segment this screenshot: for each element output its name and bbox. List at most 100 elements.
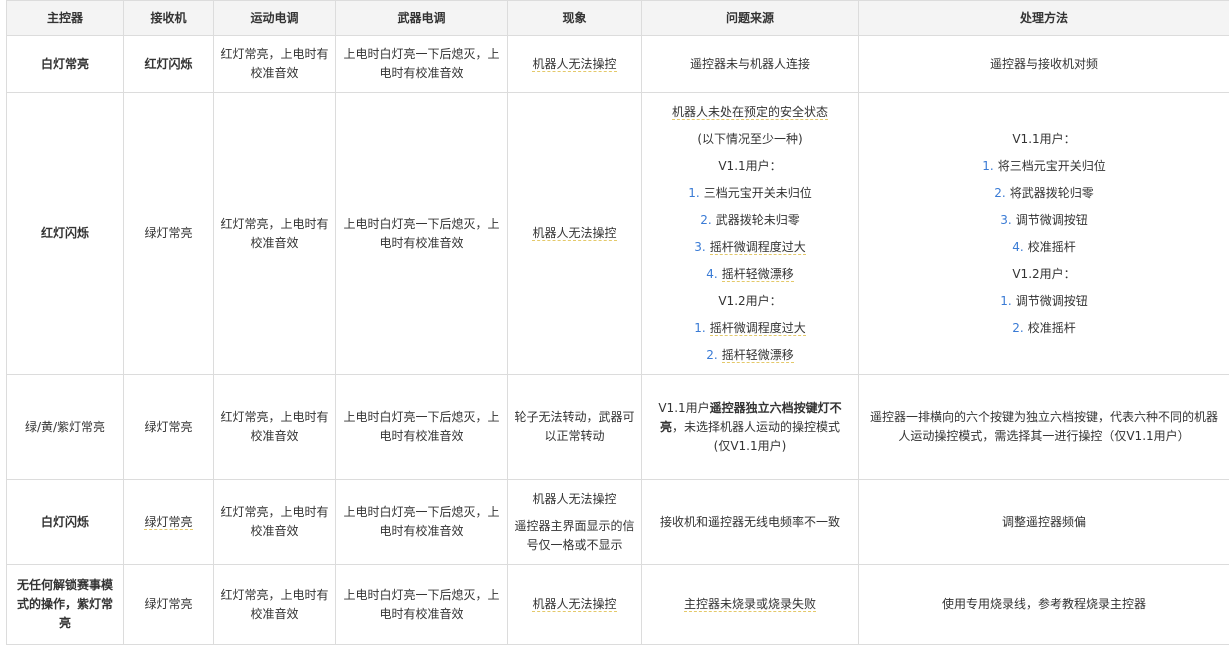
cell-main-controller: 无任何解锁赛事模式的操作，紫灯常亮 (6, 564, 124, 645)
cell-solution: 使用专用烧录线，参考教程烧录主控器 (858, 564, 1229, 645)
list-item: 2. 将武器拨轮归零 (865, 184, 1223, 203)
cell-solution: 遥控器一排横向的六个按键为独立六档按键，代表六种不同的机器人运动操控模式，需选择… (858, 374, 1229, 480)
list-text: 摇杆微调程度过大 (709, 239, 806, 255)
list-number: 1. (1000, 293, 1012, 308)
solution-version-label: V1.1用户： (1012, 131, 1076, 146)
source-line: (以下情况至少一种) (697, 131, 803, 146)
cell-motor-esc: 红灯常亮，上电时有校准音效 (213, 564, 336, 645)
header-solution: 处理方法 (858, 0, 1229, 36)
header-problem-source: 问题来源 (641, 0, 859, 36)
cell-motor-esc: 红灯常亮，上电时有校准音效 (213, 35, 336, 93)
cell-problem-source: 机器人未处在预定的安全状态 (以下情况至少一种) V1.1用户： 1. 三档元宝开… (641, 92, 859, 375)
cell-problem-source: 遥控器未与机器人连接 (641, 35, 859, 93)
cell-weapon-esc: 上电时白灯亮一下后熄灭，上电时有校准音效 (335, 374, 508, 480)
list-number: 1. (688, 185, 700, 200)
table-row: 红灯闪烁 绿灯常亮 红灯常亮，上电时有校准音效 上电时白灯亮一下后熄灭，上电时有… (6, 92, 1229, 375)
list-text: 摇杆微调程度过大 (709, 320, 806, 336)
cell-phenomenon: 机器人无法操控 (507, 35, 642, 93)
source-note: (仅V1.1用户) (713, 438, 787, 453)
list-number: 2. (1012, 320, 1024, 335)
phenomenon-text: 机器人无法操控 (532, 597, 617, 612)
phenomenon-text: 机器人无法操控 (532, 56, 617, 72)
list-item: 2. 摇杆轻微漂移 (648, 346, 852, 365)
header-main-controller: 主控器 (6, 0, 124, 36)
cell-motor-esc: 红灯常亮，上电时有校准音效 (213, 479, 336, 565)
cell-motor-esc: 红灯常亮，上电时有校准音效 (213, 374, 336, 480)
source-text: 机器人未处在预定的安全状态 (671, 104, 828, 120)
list-number: 3. (694, 239, 706, 254)
list-item: 1. 三档元宝开关未归位 (648, 184, 852, 203)
list-text: 校准摇杆 (1027, 239, 1076, 254)
cell-weapon-esc: 上电时白灯亮一下后熄灭，上电时有校准音效 (335, 35, 508, 93)
cell-phenomenon: 机器人无法操控 (507, 564, 642, 645)
list-text: 将武器拨轮归零 (1009, 185, 1094, 200)
list-text: 摇杆轻微漂移 (721, 347, 794, 363)
table-row: 白灯闪烁 绿灯常亮 红灯常亮，上电时有校准音效 上电时白灯亮一下后熄灭，上电时有… (6, 479, 1229, 565)
list-text: 调节微调按钮 (1015, 212, 1088, 227)
table-row: 白灯常亮 红灯闪烁 红灯常亮，上电时有校准音效 上电时白灯亮一下后熄灭，上电时有… (6, 35, 1229, 93)
cell-main-controller: 白灯常亮 (6, 35, 124, 93)
cell-phenomenon: 轮子无法转动，武器可以正常转动 (507, 374, 642, 480)
cell-problem-source: 接收机和遥控器无线电频率不一致 (641, 479, 859, 565)
phenomenon-text: 遥控器主界面显示的信号仅一格或不显示 (514, 518, 635, 552)
source-line: 机器人未处在预定的安全状态 (648, 103, 852, 122)
cell-phenomenon: 机器人无法操控 (507, 92, 642, 375)
list-item: 3. 摇杆微调程度过大 (648, 238, 852, 257)
list-item: 1. 摇杆微调程度过大 (648, 319, 852, 338)
cell-solution: 调整遥控器频偏 (858, 479, 1229, 565)
list-number: 2. (700, 212, 712, 227)
list-item: 1. 调节微调按钮 (865, 292, 1223, 311)
cell-problem-source: V1.1用户遥控器独立六档按键灯不亮，未选择机器人运动的操控模式 (仅V1.1用户… (641, 374, 859, 480)
list-item: 2. 校准摇杆 (865, 319, 1223, 338)
cell-receiver: 红灯闪烁 (123, 35, 214, 93)
source-version-label: V1.1用户： (718, 158, 782, 173)
cell-receiver: 绿灯常亮 (123, 374, 214, 480)
list-number: 1. (982, 158, 994, 173)
cell-receiver: 绿灯常亮 (123, 564, 214, 645)
troubleshooting-table: 主控器 接收机 运动电调 武器电调 现象 问题来源 处理方法 白灯常亮 红灯闪烁… (6, 0, 1229, 645)
source-text: ，未选择机器人运动的操控模式 (672, 419, 841, 434)
cell-solution: V1.1用户： 1. 将三档元宝开关归位 2. 将武器拨轮归零 3. 调节微调按钮 4… (858, 92, 1229, 375)
header-motor-esc: 运动电调 (213, 0, 336, 36)
list-number: 3. (1000, 212, 1012, 227)
phenomenon-text: 机器人无法操控 (532, 226, 617, 241)
list-number: 1. (694, 320, 706, 335)
cell-problem-source: 主控器未烧录或烧录失败 (641, 564, 859, 645)
list-text: 武器拨轮未归零 (715, 212, 800, 227)
list-item: 1. 将三档元宝开关归位 (865, 157, 1223, 176)
list-number: 2. (706, 347, 718, 362)
list-number: 4. (706, 266, 718, 281)
receiver-text: 绿灯常亮 (144, 514, 193, 530)
list-text: 摇杆轻微漂移 (721, 266, 794, 282)
list-text: 将三档元宝开关归位 (997, 158, 1106, 173)
cell-solution: 遥控器与接收机对频 (858, 35, 1229, 93)
cell-weapon-esc: 上电时白灯亮一下后熄灭，上电时有校准音效 (335, 92, 508, 375)
cell-main-controller: 白灯闪烁 (6, 479, 124, 565)
list-item: 4. 校准摇杆 (865, 238, 1223, 257)
source-text: 主控器未烧录或烧录失败 (683, 597, 816, 612)
header-row: 主控器 接收机 运动电调 武器电调 现象 问题来源 处理方法 (6, 0, 1229, 36)
cell-main-controller: 绿/黄/紫灯常亮 (6, 374, 124, 480)
solution-version-label: V1.2用户： (1012, 266, 1076, 281)
cell-main-controller: 红灯闪烁 (6, 92, 124, 375)
header-weapon-esc: 武器电调 (335, 0, 508, 36)
cell-receiver: 绿灯常亮 (123, 92, 214, 375)
source-text: V1.1用户 (658, 400, 710, 415)
cell-motor-esc: 红灯常亮，上电时有校准音效 (213, 92, 336, 375)
list-text: 三档元宝开关未归位 (703, 185, 812, 200)
table-row: 无任何解锁赛事模式的操作，紫灯常亮 绿灯常亮 红灯常亮，上电时有校准音效 上电时… (6, 564, 1229, 645)
cell-weapon-esc: 上电时白灯亮一下后熄灭，上电时有校准音效 (335, 479, 508, 565)
header-receiver: 接收机 (123, 0, 214, 36)
list-number: 4. (1012, 239, 1024, 254)
cell-weapon-esc: 上电时白灯亮一下后熄灭，上电时有校准音效 (335, 564, 508, 645)
table-row: 绿/黄/紫灯常亮 绿灯常亮 红灯常亮，上电时有校准音效 上电时白灯亮一下后熄灭，… (6, 374, 1229, 480)
list-text: 调节微调按钮 (1015, 293, 1088, 308)
list-item: 4. 摇杆轻微漂移 (648, 265, 852, 284)
list-item: 3. 调节微调按钮 (865, 211, 1223, 230)
cell-phenomenon: 机器人无法操控 遥控器主界面显示的信号仅一格或不显示 (507, 479, 642, 565)
phenomenon-text: 机器人无法操控 (532, 491, 617, 506)
list-text: 校准摇杆 (1027, 320, 1076, 335)
list-item: 2. 武器拨轮未归零 (648, 211, 852, 230)
source-version-label: V1.2用户： (718, 293, 782, 308)
cell-receiver: 绿灯常亮 (123, 479, 214, 565)
